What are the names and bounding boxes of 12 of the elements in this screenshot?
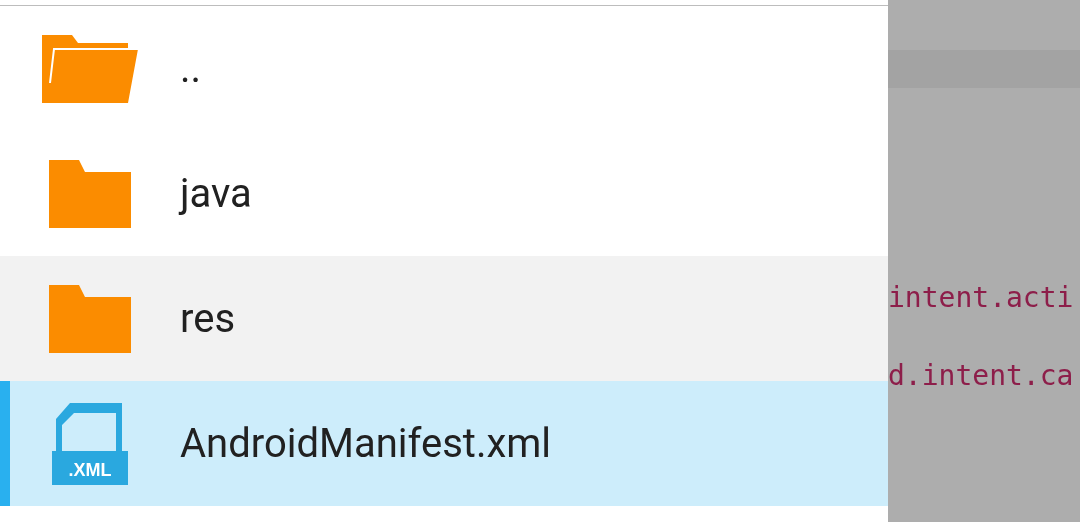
file-row[interactable]: .XML AndroidManifest.xml — [0, 381, 888, 506]
file-name: res — [180, 295, 236, 342]
file-name: .. — [180, 45, 202, 92]
code-line: intent.acti — [888, 280, 1075, 316]
folder-icon — [49, 159, 131, 228]
file-name: java — [180, 170, 252, 217]
folder-icon — [49, 284, 131, 353]
code-line: d.intent.ca — [888, 358, 1075, 394]
file-name: AndroidManifest.xml — [180, 420, 552, 467]
file-row[interactable]: res — [0, 256, 888, 381]
xml-label: .XML — [68, 459, 112, 480]
open-folder-icon — [42, 34, 138, 103]
